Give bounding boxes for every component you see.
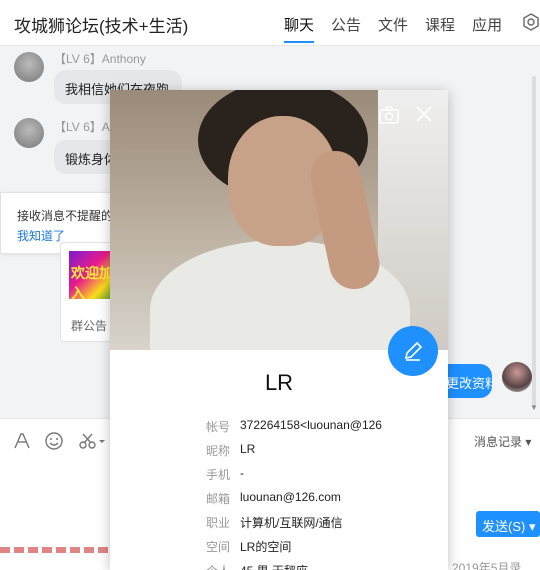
decorative-strip [0,547,120,553]
profile-name: LR [264,370,294,395]
profile-photo [110,90,448,350]
close-icon[interactable] [414,104,434,124]
notice-text: 接收消息不提醒的 [17,209,114,223]
dismiss-link[interactable]: 我知道了 [17,227,65,244]
tab-files[interactable]: 文件 [378,14,408,35]
my-avatar[interactable] [502,362,532,392]
font-icon[interactable] [12,431,32,451]
emoji-icon[interactable] [44,431,64,451]
pencil-icon [404,341,423,361]
message-sender: 【LV 6】A [54,120,110,134]
message-sender: 【LV 6】Anthony [54,52,146,66]
avatar[interactable] [14,118,44,148]
avatar[interactable] [14,52,44,82]
group-title: 攻城狮论坛(技术+生活) [14,17,189,36]
send-button[interactable]: 发送(S) ▾ [476,511,540,537]
scissors-icon[interactable] [78,431,106,451]
camera-icon[interactable] [378,104,400,126]
tab-apps[interactable]: 应用 [472,14,502,35]
announcement-label: 群公告 [71,319,108,333]
tab-announcement[interactable]: 公告 [331,14,361,35]
scroll-down-arrow[interactable]: ▼ [530,403,538,412]
chat-scrollbar[interactable] [532,76,536,406]
tab-courses[interactable]: 课程 [425,14,455,35]
footer-date: 2019年5月录 [452,561,522,570]
tab-chat[interactable]: 聊天 [284,14,315,43]
group-tabs: 聊天 公告 文件 课程 应用 [284,14,519,43]
profile-card: LR 帐号 372264158<luounan@126 昵称 LR 手机 - 邮… [110,90,448,570]
edit-profile-button[interactable] [388,326,438,376]
group-header: 攻城狮论坛(技术+生活) 聊天 公告 文件 课程 应用 [0,0,540,46]
message-history-button[interactable]: 消息记录 ▾ [474,433,531,450]
hexagon-gear-icon[interactable] [522,13,540,31]
